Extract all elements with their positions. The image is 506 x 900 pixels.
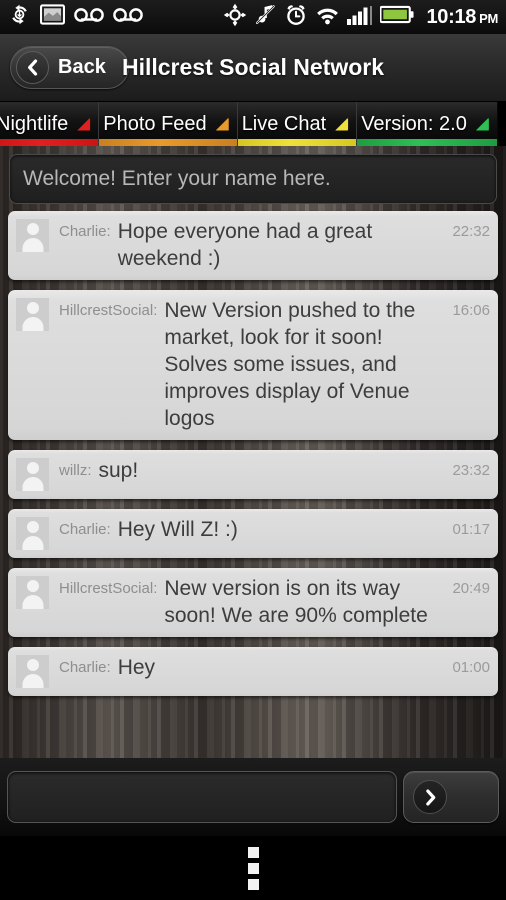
back-button[interactable]: Back: [10, 46, 129, 89]
tab-label: Photo Feed: [103, 112, 207, 135]
system-nav-bar: [0, 836, 506, 900]
message-bubble[interactable]: Charlie: Hey Will Z! :) 01:17: [8, 509, 498, 558]
avatar-icon: [16, 298, 49, 331]
tab-underline: [237, 139, 357, 146]
tab-marker-icon: [475, 117, 489, 131]
message-body: Charlie: Hope everyone had a great weeken…: [49, 218, 490, 272]
screenshot-icon: [39, 4, 66, 30]
back-button-label: Back: [58, 56, 106, 78]
tab-photo-feed[interactable]: Photo Feed: [98, 102, 237, 146]
status-bar-clock: 10:18 PM: [426, 6, 498, 29]
message-timestamp: 01:17: [452, 521, 490, 538]
cellular-signal-icon: [347, 5, 373, 30]
gps-icon: [223, 3, 247, 32]
message-timestamp: 01:00: [452, 659, 490, 676]
message-author: willz:: [59, 462, 92, 479]
chat-area: Welcome! Enter your name here. Charlie: H…: [0, 146, 506, 758]
music-muted-icon: [254, 3, 277, 31]
message-text: New Version pushed to the market, look f…: [164, 299, 416, 430]
message-bubble[interactable]: Charlie: Hey 01:00: [8, 647, 498, 696]
avatar-icon: [16, 458, 49, 491]
battery-icon: [379, 5, 414, 29]
tab-bar: Nightlife Photo Feed Live Chat Version: 2.0: [0, 102, 498, 146]
message-author: Charlie:: [59, 521, 111, 538]
wifi-icon: [315, 5, 340, 30]
tab-label: Nightlife: [0, 112, 69, 135]
clock-time: 10:18: [426, 5, 477, 28]
message-bubble[interactable]: Charlie: Hope everyone had a great weeken…: [8, 211, 498, 280]
name-input[interactable]: Welcome! Enter your name here.: [9, 154, 497, 204]
tab-underline: [0, 139, 99, 146]
message-body: Charlie: Hey 01:00: [49, 654, 490, 681]
avatar-icon: [16, 576, 49, 609]
tab-marker-icon: [215, 117, 229, 131]
message-text: Hey Will Z! :): [117, 518, 238, 541]
overflow-menu-icon[interactable]: [230, 845, 276, 891]
tab-label: Live Chat: [241, 112, 327, 135]
name-input-placeholder: Welcome! Enter your name here.: [23, 167, 331, 190]
message-body: willz: sup! 23:32: [49, 457, 490, 484]
message-bubble[interactable]: willz: sup! 23:32: [8, 450, 498, 499]
message-text: Hey: [117, 656, 156, 679]
clock-ampm: PM: [479, 10, 498, 26]
chevron-left-icon: [16, 51, 49, 84]
voicemail-icon-1: [74, 7, 104, 28]
tab-marker-icon: [77, 117, 91, 131]
avatar-icon: [16, 219, 49, 252]
menu-dot: [247, 846, 259, 858]
message-text: sup!: [98, 459, 139, 482]
message-body: HillcrestSocial: New Version pushed to th…: [49, 297, 490, 432]
tab-marker-icon: [335, 117, 349, 131]
tab-underline: [357, 139, 497, 146]
message-timestamp: 23:32: [452, 462, 490, 479]
message-author: HillcrestSocial:: [59, 580, 158, 597]
message-bubble[interactable]: HillcrestSocial: New Version pushed to th…: [8, 290, 498, 440]
send-button[interactable]: [403, 771, 499, 823]
message-timestamp: 22:32: [452, 223, 490, 240]
message-input[interactable]: [7, 771, 397, 823]
message-list[interactable]: Charlie: Hope everyone had a great weeken…: [0, 211, 506, 712]
message-author: HillcrestSocial:: [59, 302, 158, 319]
message-timestamp: 20:49: [452, 580, 490, 597]
composer-bar: [0, 758, 506, 836]
title-bar: Back Hillcrest Social Network: [0, 34, 506, 102]
message-author: Charlie:: [59, 223, 111, 240]
voicemail-icon-2: [113, 7, 143, 28]
tab-version-2-0[interactable]: Version: 2.0: [356, 102, 497, 146]
avatar-icon: [16, 655, 49, 688]
message-author: Charlie:: [59, 659, 111, 676]
sync-icon: [8, 3, 31, 31]
message-text: New version is on its way soon! We are 9…: [164, 577, 428, 627]
app-root: 10:18 PM Back Hillcrest Social Network N…: [0, 0, 506, 900]
message-timestamp: 16:06: [452, 302, 490, 319]
message-bubble[interactable]: HillcrestSocial: New version is on its wa…: [8, 568, 498, 637]
tab-nightlife[interactable]: Nightlife: [0, 102, 99, 146]
message-body: Charlie: Hey Will Z! :) 01:17: [49, 516, 490, 543]
chevron-right-icon: [413, 780, 447, 814]
status-bar-right-icons: 10:18 PM: [223, 3, 498, 32]
tab-underline: [99, 139, 237, 146]
status-bar-left-icons: [8, 3, 143, 31]
tab-live-chat[interactable]: Live Chat: [236, 102, 357, 146]
menu-dot: [247, 862, 259, 874]
menu-dot: [247, 878, 259, 890]
avatar-icon: [16, 517, 49, 550]
message-body: HillcrestSocial: New version is on its wa…: [49, 575, 490, 629]
status-bar: 10:18 PM: [0, 0, 506, 34]
alarm-clock-icon: [284, 3, 308, 32]
tab-label: Version: 2.0: [361, 112, 467, 135]
message-text: Hope everyone had a great weekend :): [117, 220, 373, 270]
